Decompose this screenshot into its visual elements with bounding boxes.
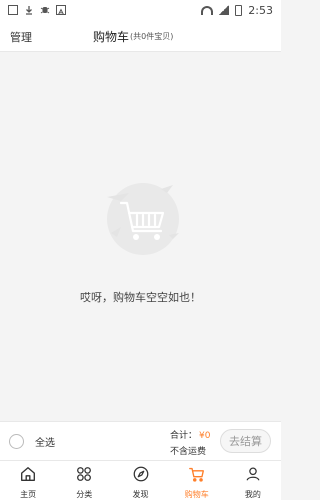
- tab-category[interactable]: 分类: [56, 461, 112, 500]
- user-icon: [244, 465, 262, 487]
- empty-cart-message: 哎呀，购物车空空如也！: [80, 291, 201, 304]
- status-bar: 2:53: [0, 0, 281, 20]
- tab-home[interactable]: 主页: [0, 461, 56, 500]
- tab-cart-label: 购物车: [184, 490, 209, 499]
- wifi-icon: [201, 5, 214, 15]
- checkout-bar: 全选 合计： ¥0 不含运费 去结算: [0, 421, 281, 460]
- bug-icon: [40, 5, 50, 15]
- status-bar-right: 2:53: [201, 4, 273, 17]
- home-icon: [19, 465, 37, 487]
- select-all-label[interactable]: 全选: [35, 434, 55, 449]
- signal-icon: [219, 5, 230, 15]
- tab-cart[interactable]: 购物车: [169, 461, 225, 500]
- checkout-button[interactable]: 去结算: [220, 429, 271, 453]
- cart-icon: [188, 465, 206, 487]
- tab-discover[interactable]: 发现: [112, 461, 168, 500]
- total-label: 合计：: [170, 431, 198, 441]
- tab-category-label: 分类: [76, 490, 93, 499]
- a-icon: [56, 5, 66, 15]
- total-amount: ¥0: [199, 431, 211, 441]
- app-icon: [8, 5, 18, 15]
- tab-bar: 主页 分类 发现 购物车 我的: [0, 460, 281, 500]
- shipping-note: 不含运费: [170, 447, 207, 457]
- tab-profile[interactable]: 我的: [225, 461, 281, 500]
- status-bar-left: [8, 5, 66, 15]
- select-all-checkbox[interactable]: [9, 434, 24, 449]
- header: 管理 购物车 (共0件宝贝): [0, 20, 281, 52]
- battery-icon: [235, 4, 243, 16]
- page-title: 购物车: [93, 30, 130, 44]
- empty-cart-icon: [99, 175, 183, 259]
- manage-button[interactable]: 管理: [10, 29, 32, 45]
- category-icon: [75, 465, 93, 487]
- download-icon: [24, 5, 34, 15]
- tab-home-label: 主页: [20, 490, 37, 499]
- total-row: 合计： ¥0: [170, 428, 210, 441]
- tab-profile-label: 我的: [244, 490, 261, 499]
- status-time: 2:53: [248, 3, 273, 17]
- compass-icon: [132, 465, 150, 487]
- item-count: (共0件宝贝): [130, 32, 174, 41]
- tab-discover-label: 发现: [132, 490, 149, 499]
